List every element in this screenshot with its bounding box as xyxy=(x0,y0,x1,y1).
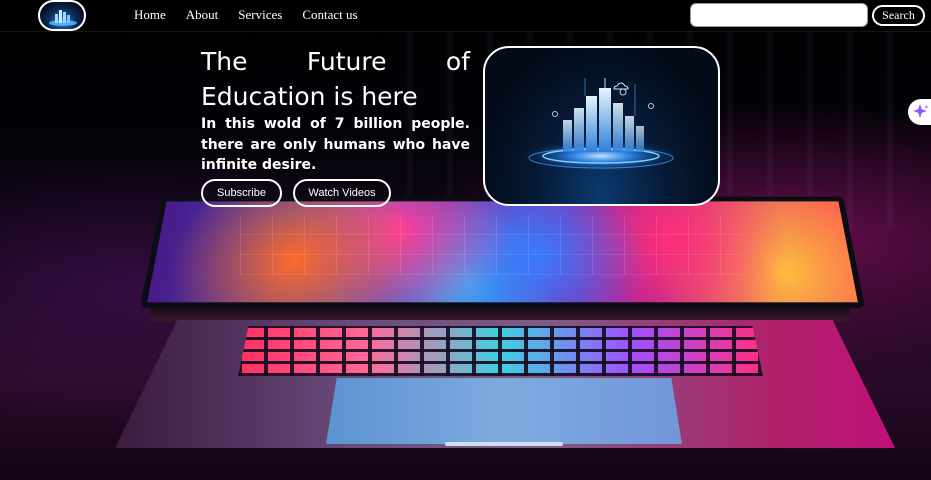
city-hologram-logo-icon xyxy=(49,10,77,26)
nav-link-home[interactable]: Home xyxy=(134,7,166,23)
nav-links: Home About Services Contact us xyxy=(134,7,358,23)
laptop-notch xyxy=(445,442,563,446)
navbar: Home About Services Contact us Search xyxy=(0,0,931,32)
nav-link-services[interactable]: Services xyxy=(238,7,282,23)
hero-subtitle: In this wold of 7 billion people. there … xyxy=(201,116,470,173)
laptop-keyboard xyxy=(238,326,763,376)
laptop-hinge xyxy=(150,308,850,322)
futuristic-city-hologram-icon xyxy=(521,78,681,172)
watch-videos-button[interactable]: Watch Videos xyxy=(293,179,391,207)
nav-link-about[interactable]: About xyxy=(186,7,219,23)
hero-title: The Future of Education is here xyxy=(201,47,470,111)
laptop-trackpad xyxy=(326,378,682,444)
subscribe-button[interactable]: Subscribe xyxy=(201,179,282,207)
search-input[interactable] xyxy=(690,3,868,27)
side-assistant-widget[interactable] xyxy=(908,99,931,125)
nav-link-contact[interactable]: Contact us xyxy=(302,7,357,23)
logo[interactable] xyxy=(38,0,86,31)
sparkle-icon xyxy=(913,104,929,118)
search-button[interactable]: Search xyxy=(872,5,925,26)
hero-image xyxy=(483,46,720,206)
screen-keyboard-reflection xyxy=(240,215,740,275)
